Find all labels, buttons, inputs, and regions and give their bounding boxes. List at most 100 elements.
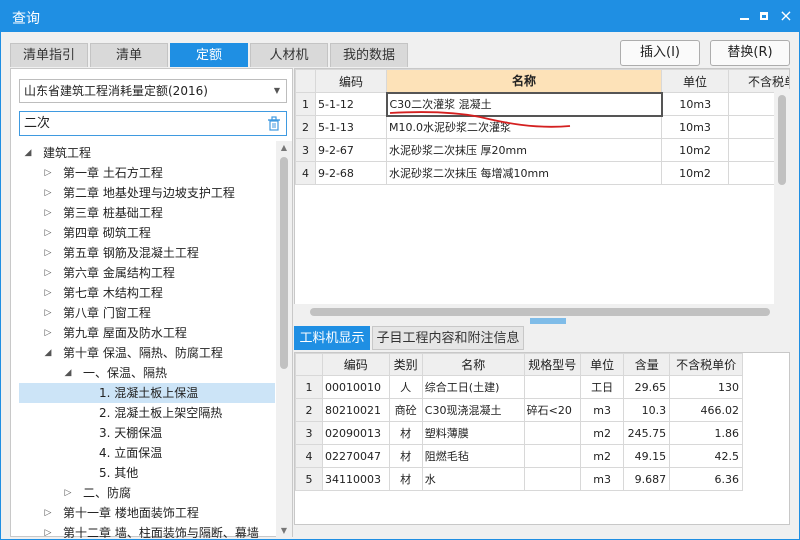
quota-grid-vscroll[interactable] <box>774 89 790 304</box>
unit-cell[interactable]: 10m2 <box>661 138 729 162</box>
name-cell[interactable]: C30现浇混凝土 <box>421 398 525 422</box>
row-number[interactable]: 4 <box>295 161 316 185</box>
collapsed-arrow-icon[interactable]: ▷ <box>43 303 53 323</box>
tree-item[interactable]: ▷ 第六章 金属结构工程 <box>19 263 275 283</box>
price-cell[interactable]: 1.86 <box>669 421 743 445</box>
unit-cell[interactable]: 工日 <box>579 375 625 399</box>
code-cell[interactable]: 00010010 <box>322 375 390 399</box>
tree-item[interactable]: ▷ 第十二章 墙、柱面装饰与隔断、幕墙 <box>19 523 275 538</box>
clear-search-icon[interactable] <box>267 116 281 131</box>
quantity-cell[interactable]: 10.3 <box>623 398 671 422</box>
code-cell[interactable]: 5-1-12 <box>315 92 387 116</box>
name-cell[interactable]: 塑料薄膜 <box>421 421 525 445</box>
table-row[interactable]: 2 80210021 商砼 C30现浇混凝土 碎石<20 m3 10.3 466.02 <box>295 398 743 422</box>
code-cell[interactable]: 9-2-68 <box>315 161 387 185</box>
row-number[interactable]: 3 <box>295 421 324 445</box>
collapsed-arrow-icon[interactable]: ▷ <box>43 503 53 523</box>
code-cell[interactable]: 5-1-13 <box>315 115 387 139</box>
tree-item[interactable]: 1. 混凝土板上保温 <box>19 383 275 403</box>
insert-button[interactable]: 插入(I) <box>620 40 700 66</box>
tab-list[interactable]: 清单 <box>90 43 168 67</box>
maximize-button[interactable] <box>754 6 774 26</box>
table-row[interactable]: 4 9-2-68 水泥砂浆二次抹压 每增减10mm 10m2 <box>295 161 789 185</box>
tree-item[interactable]: ◢ 一、保温、隔热 <box>19 363 275 383</box>
tree-item[interactable]: 4. 立面保温 <box>19 443 275 463</box>
spec-cell[interactable]: 碎石<20 <box>523 398 581 422</box>
collapsed-arrow-icon[interactable]: ▷ <box>43 223 53 243</box>
tree-scrollbar-thumb[interactable] <box>280 157 288 369</box>
name-cell[interactable]: 水 <box>421 467 525 491</box>
tree-item[interactable]: ▷ 第一章 土石方工程 <box>19 163 275 183</box>
tree-item[interactable]: ▷ 第八章 门窗工程 <box>19 303 275 323</box>
collapsed-arrow-icon[interactable]: ▷ <box>43 163 53 183</box>
spec-cell[interactable] <box>523 375 581 399</box>
spec-cell[interactable] <box>523 421 581 445</box>
col-header-quantity[interactable]: 含量 <box>623 353 671 376</box>
price-cell[interactable]: 130 <box>669 375 743 399</box>
col-header-name[interactable]: 名称 <box>421 353 525 376</box>
row-number[interactable]: 1 <box>295 92 316 116</box>
unit-cell[interactable]: m3 <box>579 398 625 422</box>
collapsed-arrow-icon[interactable]: ▷ <box>43 283 53 303</box>
quantity-cell[interactable]: 29.65 <box>623 375 671 399</box>
expanded-arrow-icon[interactable]: ◢ <box>43 343 53 363</box>
name-cell[interactable]: 水泥砂浆二次抹压 每增减10mm <box>386 161 662 185</box>
tab-quota[interactable]: 定额 <box>170 43 248 67</box>
search-input[interactable]: 二次 <box>19 111 287 136</box>
category-cell[interactable]: 商砼 <box>388 398 423 422</box>
row-number[interactable]: 4 <box>295 444 324 468</box>
row-number[interactable]: 5 <box>295 467 324 491</box>
table-row[interactable]: 4 02270047 材阻燃毛毡 m2 49.15 42.5 <box>295 444 743 468</box>
tree-item[interactable]: ▷ 第五章 钢筋及混凝土工程 <box>19 243 275 263</box>
quantity-cell[interactable]: 49.15 <box>623 444 671 468</box>
minimize-button[interactable] <box>734 6 754 26</box>
quantity-cell[interactable]: 9.687 <box>623 467 671 491</box>
library-select[interactable]: 山东省建筑工程消耗量定额(2016) ▼ <box>19 79 287 103</box>
table-row[interactable]: 1 00010010 人综合工日(土建) 工日 29.65 130 <box>295 375 743 399</box>
tab-my-data[interactable]: 我的数据 <box>330 43 408 67</box>
quota-grid-vscroll-thumb[interactable] <box>778 95 786 185</box>
tab-list-guide[interactable]: 清单指引 <box>10 43 88 67</box>
tree-item[interactable]: 5. 其他 <box>19 463 275 483</box>
quota-grid-hscroll-thumb[interactable] <box>310 308 770 316</box>
replace-button[interactable]: 替换(R) <box>710 40 790 66</box>
tab-labor-materials[interactable]: 人材机 <box>250 43 328 67</box>
code-cell[interactable]: 34110003 <box>322 467 390 491</box>
table-row[interactable]: 3 02090013 材塑料薄膜 m2 245.75 1.86 <box>295 421 743 445</box>
quantity-cell[interactable]: 245.75 <box>623 421 671 445</box>
tree-item[interactable]: ▷ 第三章 桩基础工程 <box>19 203 275 223</box>
code-cell[interactable]: 02270047 <box>322 444 390 468</box>
tree-item[interactable]: ◢ 第十章 保温、隔热、防腐工程 <box>19 343 275 363</box>
collapsed-arrow-icon[interactable]: ▷ <box>43 523 53 538</box>
scroll-down-icon[interactable]: ▼ <box>276 524 292 538</box>
category-cell[interactable]: 人 <box>388 375 423 399</box>
collapsed-arrow-icon[interactable]: ▷ <box>63 483 73 503</box>
row-number[interactable]: 3 <box>295 138 316 162</box>
unit-cell[interactable]: m2 <box>579 421 625 445</box>
tree-item[interactable]: 2. 混凝土板上架空隔热 <box>19 403 275 423</box>
tree-item[interactable]: ▷ 二、防腐 <box>19 483 275 503</box>
code-cell[interactable]: 02090013 <box>322 421 390 445</box>
unit-cell[interactable]: m2 <box>579 444 625 468</box>
collapsed-arrow-icon[interactable]: ▷ <box>43 323 53 343</box>
col-header-price[interactable]: 不含税单价 <box>669 353 743 376</box>
collapsed-arrow-icon[interactable]: ▷ <box>43 243 53 263</box>
name-cell[interactable]: 水泥砂浆二次抹压 厚20mm <box>386 138 662 162</box>
category-cell[interactable]: 材 <box>388 444 423 468</box>
col-header-name[interactable]: 名称 <box>386 69 662 93</box>
unit-cell[interactable]: 10m2 <box>661 161 729 185</box>
tree-item[interactable]: ▷ 第二章 地基处理与边坡支护工程 <box>19 183 275 203</box>
scroll-up-icon[interactable]: ▲ <box>276 141 292 155</box>
row-number[interactable]: 1 <box>295 375 324 399</box>
category-cell[interactable]: 材 <box>388 421 423 445</box>
name-cell[interactable]: 阻燃毛毡 <box>421 444 525 468</box>
spec-cell[interactable] <box>523 467 581 491</box>
col-header-code[interactable]: 编码 <box>315 69 387 93</box>
col-header-unit[interactable]: 单位 <box>661 69 729 93</box>
row-number[interactable]: 2 <box>295 398 324 422</box>
tree-item[interactable]: ▷ 第四章 砌筑工程 <box>19 223 275 243</box>
collapsed-arrow-icon[interactable]: ▷ <box>43 203 53 223</box>
tab-resource-display[interactable]: 工料机显示 <box>294 326 370 350</box>
panel-splitter[interactable] <box>530 318 566 324</box>
collapsed-arrow-icon[interactable]: ▷ <box>43 263 53 283</box>
